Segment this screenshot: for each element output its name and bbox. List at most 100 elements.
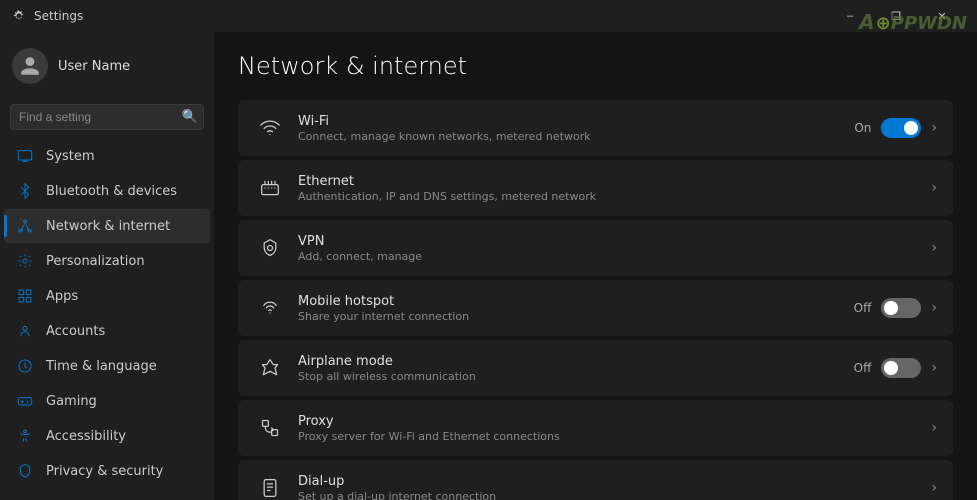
item-right-proxy: › — [931, 420, 937, 436]
toggle-hotspot[interactable] — [881, 298, 921, 318]
sidebar-item-gaming[interactable]: Gaming — [4, 384, 210, 418]
settings-item-hotspot[interactable]: Mobile hotspot Share your internet conne… — [238, 280, 953, 336]
apps-nav-icon — [16, 287, 34, 305]
settings-item-airplane[interactable]: Airplane mode Stop all wireless communic… — [238, 340, 953, 396]
system-nav-icon — [16, 147, 34, 165]
chevron-icon-vpn: › — [931, 240, 937, 256]
item-title-hotspot: Mobile hotspot — [298, 294, 842, 309]
window-controls: – ❐ ✕ — [827, 0, 965, 32]
item-right-vpn: › — [931, 240, 937, 256]
item-title-airplane: Airplane mode — [298, 354, 842, 369]
time-nav-icon — [16, 357, 34, 375]
item-title-wifi: Wi-Fi — [298, 114, 842, 129]
item-title-dialup: Dial-up — [298, 474, 919, 489]
minimize-button[interactable]: – — [827, 0, 873, 32]
item-right-hotspot: Off › — [854, 298, 937, 318]
sidebar-item-label: Network & internet — [46, 219, 198, 234]
sidebar-item-label: Bluetooth & devices — [46, 184, 198, 199]
sidebar-item-label: Accessibility — [46, 429, 198, 444]
page-title: Network & internet — [238, 52, 953, 80]
proxy-icon — [254, 418, 286, 438]
sidebar-item-apps[interactable]: Apps — [4, 279, 210, 313]
item-subtitle-dialup: Set up a dial-up internet connection — [298, 490, 919, 500]
sidebar-item-label: Privacy & security — [46, 464, 198, 479]
chevron-icon-proxy: › — [931, 420, 937, 436]
search-icon[interactable]: 🔍 — [182, 110, 198, 125]
hotspot-icon — [254, 298, 286, 318]
gaming-nav-icon — [16, 392, 34, 410]
settings-item-vpn[interactable]: VPN Add, connect, manage › — [238, 220, 953, 276]
sidebar-item-system[interactable]: System — [4, 139, 210, 173]
settings-item-wifi[interactable]: Wi-Fi Connect, manage known networks, me… — [238, 100, 953, 156]
item-text-proxy: Proxy Proxy server for Wi-Fi and Etherne… — [298, 414, 919, 443]
accessibility-nav-icon — [16, 427, 34, 445]
item-subtitle-proxy: Proxy server for Wi-Fi and Ethernet conn… — [298, 430, 919, 443]
search-box: 🔍 — [10, 104, 204, 130]
sidebar-item-personalization[interactable]: Personalization — [4, 244, 210, 278]
sidebar-item-update[interactable]: Windows Update — [4, 489, 210, 500]
settings-item-proxy[interactable]: Proxy Proxy server for Wi-Fi and Etherne… — [238, 400, 953, 456]
bluetooth-nav-icon — [16, 182, 34, 200]
sidebar-item-label: Personalization — [46, 254, 198, 269]
settings-item-ethernet[interactable]: Ethernet Authentication, IP and DNS sett… — [238, 160, 953, 216]
chevron-icon-dialup: › — [931, 480, 937, 496]
personalization-nav-icon — [16, 252, 34, 270]
chevron-icon-ethernet: › — [931, 180, 937, 196]
item-text-dialup: Dial-up Set up a dial-up internet connec… — [298, 474, 919, 500]
toggle-label-airplane: Off — [854, 361, 872, 375]
item-right-airplane: Off › — [854, 358, 937, 378]
sidebar-item-label: Time & language — [46, 359, 198, 374]
item-text-airplane: Airplane mode Stop all wireless communic… — [298, 354, 842, 383]
user-profile[interactable]: User Name — [0, 32, 214, 100]
sidebar-item-time[interactable]: Time & language — [4, 349, 210, 383]
sidebar: User Name 🔍 System Bluetooth & devices N… — [0, 32, 214, 500]
search-input[interactable] — [10, 104, 204, 130]
maximize-button[interactable]: ❐ — [873, 0, 919, 32]
item-subtitle-airplane: Stop all wireless communication — [298, 370, 842, 383]
main-content: Network & internet Wi-Fi Connect, manage… — [214, 32, 977, 500]
item-text-ethernet: Ethernet Authentication, IP and DNS sett… — [298, 174, 919, 203]
title-bar: Settings – ❐ ✕ — [0, 0, 977, 32]
item-subtitle-vpn: Add, connect, manage — [298, 250, 919, 263]
dialup-icon — [254, 478, 286, 498]
privacy-nav-icon — [16, 462, 34, 480]
close-button[interactable]: ✕ — [919, 0, 965, 32]
title-bar-text: Settings — [34, 9, 83, 23]
airplane-icon — [254, 358, 286, 378]
vpn-icon — [254, 238, 286, 258]
sidebar-item-label: Gaming — [46, 394, 198, 409]
item-subtitle-ethernet: Authentication, IP and DNS settings, met… — [298, 190, 919, 203]
settings-item-dialup[interactable]: Dial-up Set up a dial-up internet connec… — [238, 460, 953, 500]
item-title-proxy: Proxy — [298, 414, 919, 429]
network-nav-icon — [16, 217, 34, 235]
chevron-icon-airplane: › — [931, 360, 937, 376]
item-right-ethernet: › — [931, 180, 937, 196]
sidebar-item-label: Apps — [46, 289, 198, 304]
ethernet-icon — [254, 178, 286, 198]
item-title-vpn: VPN — [298, 234, 919, 249]
item-text-hotspot: Mobile hotspot Share your internet conne… — [298, 294, 842, 323]
sidebar-item-privacy[interactable]: Privacy & security — [4, 454, 210, 488]
sidebar-item-accessibility[interactable]: Accessibility — [4, 419, 210, 453]
settings-icon — [12, 9, 26, 23]
avatar — [12, 48, 48, 84]
toggle-label-hotspot: Off — [854, 301, 872, 315]
sidebar-item-accounts[interactable]: Accounts — [4, 314, 210, 348]
toggle-label-wifi: On — [854, 121, 871, 135]
nav-container: System Bluetooth & devices Network & int… — [0, 138, 214, 500]
avatar-icon — [19, 55, 41, 77]
sidebar-item-label: Accounts — [46, 324, 198, 339]
sidebar-item-bluetooth[interactable]: Bluetooth & devices — [4, 174, 210, 208]
sidebar-item-network[interactable]: Network & internet — [4, 209, 210, 243]
item-subtitle-hotspot: Share your internet connection — [298, 310, 842, 323]
item-text-vpn: VPN Add, connect, manage — [298, 234, 919, 263]
settings-list: Wi-Fi Connect, manage known networks, me… — [238, 100, 953, 500]
user-name: User Name — [58, 59, 130, 74]
toggle-wifi[interactable] — [881, 118, 921, 138]
item-right-wifi: On › — [854, 118, 937, 138]
item-title-ethernet: Ethernet — [298, 174, 919, 189]
item-subtitle-wifi: Connect, manage known networks, metered … — [298, 130, 842, 143]
item-text-wifi: Wi-Fi Connect, manage known networks, me… — [298, 114, 842, 143]
toggle-airplane[interactable] — [881, 358, 921, 378]
wifi-icon — [254, 118, 286, 138]
